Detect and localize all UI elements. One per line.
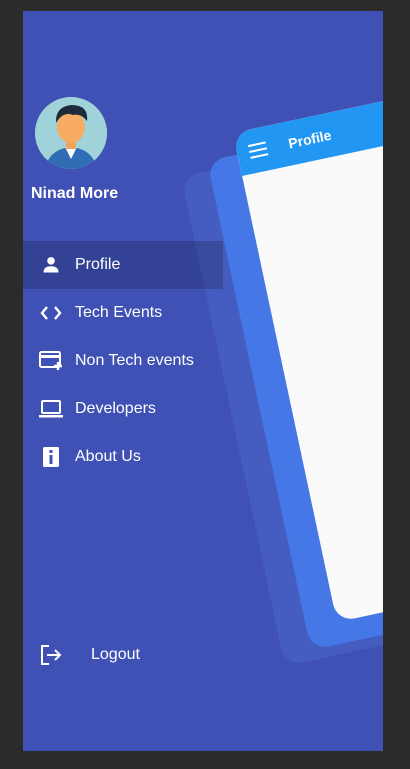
- menu-item-profile[interactable]: Profile: [23, 241, 223, 289]
- menu-item-label: Non Tech events: [75, 352, 194, 369]
- main-screen-preview[interactable]: Profile: [233, 78, 383, 623]
- avatar: [35, 97, 107, 169]
- menu-item-non-tech-events[interactable]: Non Tech events: [23, 337, 223, 385]
- card-add-icon: [39, 349, 63, 373]
- menu-item-label: About Us: [75, 448, 141, 465]
- laptop-icon: [39, 397, 63, 421]
- info-icon: [39, 445, 63, 469]
- logout-button[interactable]: Logout: [23, 631, 223, 679]
- menu-icon[interactable]: [247, 141, 269, 159]
- logout-label: Logout: [91, 646, 140, 663]
- app-screen: Profile Ninad More Profile Tech Events N…: [23, 11, 383, 751]
- menu-item-developers[interactable]: Developers: [23, 385, 223, 433]
- menu-item-label: Profile: [75, 256, 121, 273]
- logout-icon: [39, 643, 63, 667]
- user-name: Ninad More: [31, 185, 119, 202]
- menu-item-label: Tech Events: [75, 304, 163, 321]
- code-icon: [39, 301, 63, 325]
- menu-item-tech-events[interactable]: Tech Events: [23, 289, 223, 337]
- drawer-menu: Profile Tech Events Non Tech events Deve…: [23, 241, 223, 481]
- menu-item-label: Developers: [75, 400, 156, 417]
- preview-title: Profile: [286, 126, 333, 152]
- menu-item-about-us[interactable]: About Us: [23, 433, 223, 481]
- preview-appbar: Profile: [233, 78, 383, 177]
- person-icon: [39, 253, 63, 277]
